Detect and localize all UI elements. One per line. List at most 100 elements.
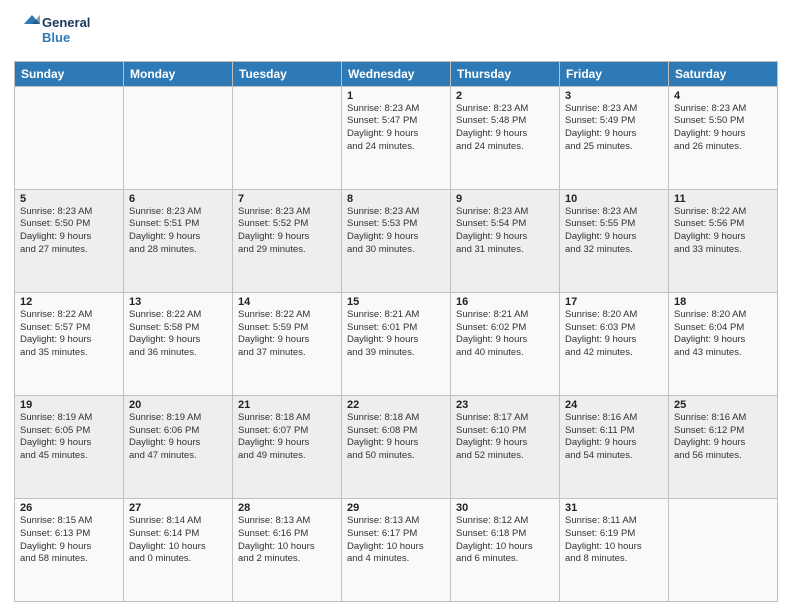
day-info: Sunrise: 8:19 AMSunset: 6:05 PMDaylight:… — [20, 412, 118, 463]
day-number: 1 — [347, 90, 445, 102]
day-number: 13 — [129, 296, 227, 308]
day-info: Sunrise: 8:20 AMSunset: 6:03 PMDaylight:… — [565, 309, 663, 360]
day-cell: 1Sunrise: 8:23 AMSunset: 5:47 PMDaylight… — [342, 86, 451, 189]
day-info: Sunrise: 8:23 AMSunset: 5:48 PMDaylight:… — [456, 103, 554, 154]
day-number: 8 — [347, 193, 445, 205]
day-number: 30 — [456, 502, 554, 514]
day-info: Sunrise: 8:23 AMSunset: 5:54 PMDaylight:… — [456, 206, 554, 257]
day-number: 4 — [674, 90, 772, 102]
day-cell: 3Sunrise: 8:23 AMSunset: 5:49 PMDaylight… — [560, 86, 669, 189]
day-cell: 14Sunrise: 8:22 AMSunset: 5:59 PMDayligh… — [233, 292, 342, 395]
day-cell: 5Sunrise: 8:23 AMSunset: 5:50 PMDaylight… — [15, 189, 124, 292]
day-cell: 7Sunrise: 8:23 AMSunset: 5:52 PMDaylight… — [233, 189, 342, 292]
day-info: Sunrise: 8:15 AMSunset: 6:13 PMDaylight:… — [20, 515, 118, 566]
logo-wordmark: General Blue — [14, 10, 104, 55]
day-cell: 21Sunrise: 8:18 AMSunset: 6:07 PMDayligh… — [233, 395, 342, 498]
day-info: Sunrise: 8:12 AMSunset: 6:18 PMDaylight:… — [456, 515, 554, 566]
day-info: Sunrise: 8:23 AMSunset: 5:53 PMDaylight:… — [347, 206, 445, 257]
day-info: Sunrise: 8:14 AMSunset: 6:14 PMDaylight:… — [129, 515, 227, 566]
day-info: Sunrise: 8:18 AMSunset: 6:07 PMDaylight:… — [238, 412, 336, 463]
day-number: 31 — [565, 502, 663, 514]
day-info: Sunrise: 8:19 AMSunset: 6:06 PMDaylight:… — [129, 412, 227, 463]
day-cell: 17Sunrise: 8:20 AMSunset: 6:03 PMDayligh… — [560, 292, 669, 395]
week-row-2: 12Sunrise: 8:22 AMSunset: 5:57 PMDayligh… — [15, 292, 778, 395]
day-number: 2 — [456, 90, 554, 102]
day-number: 21 — [238, 399, 336, 411]
header-monday: Monday — [124, 61, 233, 86]
day-cell: 12Sunrise: 8:22 AMSunset: 5:57 PMDayligh… — [15, 292, 124, 395]
day-cell: 15Sunrise: 8:21 AMSunset: 6:01 PMDayligh… — [342, 292, 451, 395]
calendar-table: SundayMondayTuesdayWednesdayThursdayFrid… — [14, 61, 778, 602]
day-number: 24 — [565, 399, 663, 411]
page: General Blue SundayMondayTuesdayWednesda… — [0, 0, 792, 612]
day-cell: 13Sunrise: 8:22 AMSunset: 5:58 PMDayligh… — [124, 292, 233, 395]
day-cell: 16Sunrise: 8:21 AMSunset: 6:02 PMDayligh… — [451, 292, 560, 395]
day-info: Sunrise: 8:13 AMSunset: 6:17 PMDaylight:… — [347, 515, 445, 566]
header-thursday: Thursday — [451, 61, 560, 86]
day-cell: 6Sunrise: 8:23 AMSunset: 5:51 PMDaylight… — [124, 189, 233, 292]
day-cell — [15, 86, 124, 189]
day-info: Sunrise: 8:13 AMSunset: 6:16 PMDaylight:… — [238, 515, 336, 566]
day-info: Sunrise: 8:23 AMSunset: 5:50 PMDaylight:… — [20, 206, 118, 257]
day-info: Sunrise: 8:23 AMSunset: 5:49 PMDaylight:… — [565, 103, 663, 154]
day-info: Sunrise: 8:21 AMSunset: 6:01 PMDaylight:… — [347, 309, 445, 360]
day-info: Sunrise: 8:23 AMSunset: 5:52 PMDaylight:… — [238, 206, 336, 257]
day-number: 20 — [129, 399, 227, 411]
day-number: 22 — [347, 399, 445, 411]
day-info: Sunrise: 8:20 AMSunset: 6:04 PMDaylight:… — [674, 309, 772, 360]
week-row-0: 1Sunrise: 8:23 AMSunset: 5:47 PMDaylight… — [15, 86, 778, 189]
day-info: Sunrise: 8:21 AMSunset: 6:02 PMDaylight:… — [456, 309, 554, 360]
week-row-1: 5Sunrise: 8:23 AMSunset: 5:50 PMDaylight… — [15, 189, 778, 292]
day-number: 12 — [20, 296, 118, 308]
header-sunday: Sunday — [15, 61, 124, 86]
svg-text:Blue: Blue — [42, 30, 70, 45]
day-info: Sunrise: 8:16 AMSunset: 6:12 PMDaylight:… — [674, 412, 772, 463]
day-cell: 31Sunrise: 8:11 AMSunset: 6:19 PMDayligh… — [560, 498, 669, 601]
top-section: General Blue — [14, 10, 778, 55]
day-cell: 24Sunrise: 8:16 AMSunset: 6:11 PMDayligh… — [560, 395, 669, 498]
day-cell — [124, 86, 233, 189]
day-cell: 11Sunrise: 8:22 AMSunset: 5:56 PMDayligh… — [669, 189, 778, 292]
day-number: 14 — [238, 296, 336, 308]
day-cell: 10Sunrise: 8:23 AMSunset: 5:55 PMDayligh… — [560, 189, 669, 292]
day-cell: 30Sunrise: 8:12 AMSunset: 6:18 PMDayligh… — [451, 498, 560, 601]
day-cell: 28Sunrise: 8:13 AMSunset: 6:16 PMDayligh… — [233, 498, 342, 601]
day-cell — [669, 498, 778, 601]
day-info: Sunrise: 8:22 AMSunset: 5:59 PMDaylight:… — [238, 309, 336, 360]
day-cell: 19Sunrise: 8:19 AMSunset: 6:05 PMDayligh… — [15, 395, 124, 498]
day-number: 27 — [129, 502, 227, 514]
day-cell: 22Sunrise: 8:18 AMSunset: 6:08 PMDayligh… — [342, 395, 451, 498]
day-number: 26 — [20, 502, 118, 514]
day-number: 11 — [674, 193, 772, 205]
day-cell — [233, 86, 342, 189]
day-cell: 18Sunrise: 8:20 AMSunset: 6:04 PMDayligh… — [669, 292, 778, 395]
day-number: 10 — [565, 193, 663, 205]
day-info: Sunrise: 8:17 AMSunset: 6:10 PMDaylight:… — [456, 412, 554, 463]
day-cell: 29Sunrise: 8:13 AMSunset: 6:17 PMDayligh… — [342, 498, 451, 601]
day-info: Sunrise: 8:23 AMSunset: 5:51 PMDaylight:… — [129, 206, 227, 257]
header-wednesday: Wednesday — [342, 61, 451, 86]
day-cell: 27Sunrise: 8:14 AMSunset: 6:14 PMDayligh… — [124, 498, 233, 601]
day-cell: 8Sunrise: 8:23 AMSunset: 5:53 PMDaylight… — [342, 189, 451, 292]
day-number: 7 — [238, 193, 336, 205]
day-info: Sunrise: 8:23 AMSunset: 5:50 PMDaylight:… — [674, 103, 772, 154]
day-number: 16 — [456, 296, 554, 308]
day-cell: 25Sunrise: 8:16 AMSunset: 6:12 PMDayligh… — [669, 395, 778, 498]
day-cell: 4Sunrise: 8:23 AMSunset: 5:50 PMDaylight… — [669, 86, 778, 189]
day-number: 18 — [674, 296, 772, 308]
day-number: 5 — [20, 193, 118, 205]
header-tuesday: Tuesday — [233, 61, 342, 86]
svg-text:General: General — [42, 15, 90, 30]
week-row-3: 19Sunrise: 8:19 AMSunset: 6:05 PMDayligh… — [15, 395, 778, 498]
header-saturday: Saturday — [669, 61, 778, 86]
day-info: Sunrise: 8:23 AMSunset: 5:47 PMDaylight:… — [347, 103, 445, 154]
day-info: Sunrise: 8:16 AMSunset: 6:11 PMDaylight:… — [565, 412, 663, 463]
day-info: Sunrise: 8:11 AMSunset: 6:19 PMDaylight:… — [565, 515, 663, 566]
day-info: Sunrise: 8:22 AMSunset: 5:58 PMDaylight:… — [129, 309, 227, 360]
day-number: 19 — [20, 399, 118, 411]
day-number: 17 — [565, 296, 663, 308]
day-cell: 23Sunrise: 8:17 AMSunset: 6:10 PMDayligh… — [451, 395, 560, 498]
day-info: Sunrise: 8:18 AMSunset: 6:08 PMDaylight:… — [347, 412, 445, 463]
day-number: 28 — [238, 502, 336, 514]
day-cell: 9Sunrise: 8:23 AMSunset: 5:54 PMDaylight… — [451, 189, 560, 292]
